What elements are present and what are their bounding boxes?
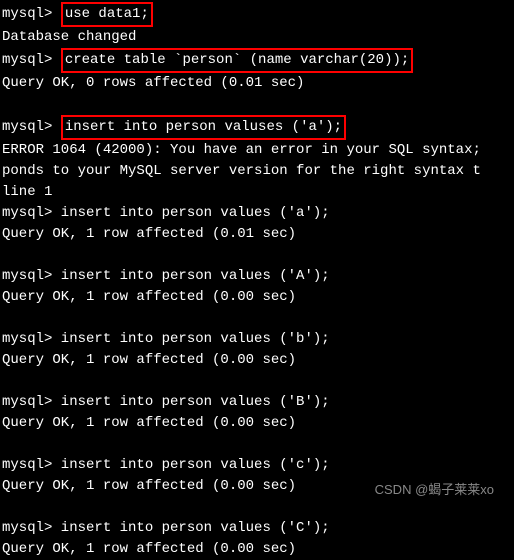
terminal-line: ERROR 1064 (42000): You have an error in… bbox=[2, 140, 512, 161]
terminal-line: mysql> insert into person values ('B'); bbox=[2, 392, 512, 413]
blank-line bbox=[2, 497, 512, 518]
blank-line bbox=[2, 245, 512, 266]
terminal-line: mysql> insert into person values ('C'); bbox=[2, 518, 512, 539]
terminal-line: Query OK, 1 row affected (0.00 sec) bbox=[2, 539, 512, 560]
terminal-line: line 1 bbox=[2, 182, 512, 203]
watermark: CSDN @蝎子莱莱xo bbox=[375, 480, 494, 500]
blank-line bbox=[2, 308, 512, 329]
terminal-line: mysql> insert into person values ('A'); bbox=[2, 266, 512, 287]
terminal-line: Query OK, 1 row affected (0.00 sec) bbox=[2, 350, 512, 371]
terminal-line: Query OK, 0 rows affected (0.01 sec) bbox=[2, 73, 512, 94]
terminal-line: ponds to your MySQL server version for t… bbox=[2, 161, 512, 182]
terminal-line: Query OK, 1 row affected (0.00 sec) bbox=[2, 413, 512, 434]
terminal-line: mysql> use data1; bbox=[2, 2, 512, 27]
blank-line bbox=[2, 371, 512, 392]
highlighted-command: insert into person valuses ('a'); bbox=[61, 115, 346, 140]
terminal-line: mysql> insert into person values ('c'); bbox=[2, 455, 512, 476]
mysql-prompt: mysql> bbox=[2, 52, 52, 68]
highlighted-command: use data1; bbox=[61, 2, 153, 27]
highlighted-command: create table `person` (name varchar(20))… bbox=[61, 48, 413, 73]
terminal-line: mysql> insert into person valuses ('a'); bbox=[2, 115, 512, 140]
terminal-line: mysql> insert into person values ('b'); bbox=[2, 329, 512, 350]
terminal-line: Query OK, 1 row affected (0.01 sec) bbox=[2, 224, 512, 245]
blank-line bbox=[2, 434, 512, 455]
terminal-line: Query OK, 1 row affected (0.00 sec) bbox=[2, 287, 512, 308]
terminal-line: mysql> insert into person values ('a'); bbox=[2, 203, 512, 224]
blank-line bbox=[2, 94, 512, 115]
terminal-line: Database changed bbox=[2, 27, 512, 48]
mysql-prompt: mysql> bbox=[2, 119, 52, 135]
terminal-line: mysql> create table `person` (name varch… bbox=[2, 48, 512, 73]
mysql-prompt: mysql> bbox=[2, 6, 52, 22]
